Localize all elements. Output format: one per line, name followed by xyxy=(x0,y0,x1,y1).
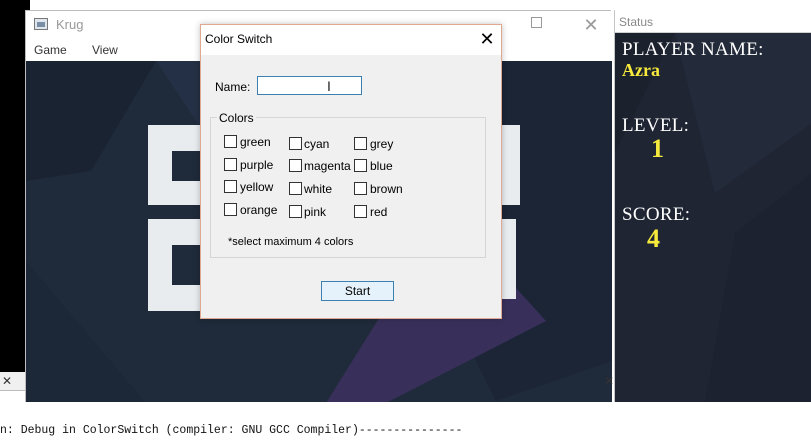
text-cursor-icon: I xyxy=(327,78,331,94)
menu-view[interactable]: View xyxy=(92,43,118,57)
checkbox-white[interactable] xyxy=(289,182,302,195)
close-button[interactable]: ✕ xyxy=(576,13,606,37)
checkbox-label[interactable]: magenta xyxy=(304,159,351,173)
status-titlebar[interactable]: Status xyxy=(615,10,811,33)
maximize-button[interactable] xyxy=(531,17,542,28)
close-icon[interactable]: ✕ xyxy=(604,374,616,388)
checkbox-label[interactable]: pink xyxy=(304,205,326,219)
color-switch-dialog: Color Switch ✕ Name: I Colors green purp… xyxy=(200,24,502,319)
checkbox-blue[interactable] xyxy=(354,159,367,172)
checkbox-label[interactable]: yellow xyxy=(240,180,273,194)
checkbox-label[interactable]: cyan xyxy=(304,137,329,151)
app-icon xyxy=(34,18,48,30)
checkbox-orange[interactable] xyxy=(224,203,237,216)
checkbox-label[interactable]: orange xyxy=(240,203,277,217)
name-label: Name: xyxy=(215,80,251,94)
player-name-label: PLAYER NAME: xyxy=(622,39,764,60)
checkbox-magenta[interactable] xyxy=(289,159,302,172)
checkbox-red[interactable] xyxy=(354,205,367,218)
close-icon[interactable]: ✕ xyxy=(2,374,14,388)
score-label: SCORE: xyxy=(622,204,691,225)
checkbox-label[interactable]: grey xyxy=(370,137,393,151)
checkbox-label[interactable]: brown xyxy=(370,182,403,196)
window-title: Status xyxy=(619,15,654,29)
checkbox-cyan[interactable] xyxy=(289,137,302,150)
checkbox-label[interactable]: purple xyxy=(240,158,273,172)
checkbox-green[interactable] xyxy=(224,135,237,148)
checkbox-label[interactable]: green xyxy=(240,135,271,149)
build-log-line: n: Debug in ColorSwitch (compiler: GNU G… xyxy=(0,424,463,437)
checkbox-pink[interactable] xyxy=(289,205,302,218)
player-name-value: Azra xyxy=(622,60,660,80)
checkbox-label[interactable]: red xyxy=(370,205,387,219)
start-button[interactable]: Start xyxy=(321,281,394,301)
checkbox-label[interactable]: white xyxy=(304,182,332,196)
status-window: Status PLAYER NAME: Azra LEVEL: 1 SCORE:… xyxy=(614,10,811,402)
checkbox-brown[interactable] xyxy=(354,182,367,195)
name-input[interactable] xyxy=(257,76,362,95)
checkbox-purple[interactable] xyxy=(224,158,237,171)
hint-text: *select maximum 4 colors xyxy=(228,236,354,248)
menu-game[interactable]: Game xyxy=(34,43,67,57)
checkbox-yellow[interactable] xyxy=(224,180,237,193)
dialog-titlebar[interactable]: Color Switch ✕ xyxy=(201,25,501,55)
dialog-title: Color Switch xyxy=(205,32,273,46)
checkbox-label[interactable]: blue xyxy=(370,159,393,173)
window-title: Krug xyxy=(56,17,84,32)
score-value: 4 xyxy=(647,224,660,253)
close-button[interactable]: ✕ xyxy=(475,27,499,51)
checkbox-grey[interactable] xyxy=(354,137,367,150)
colors-legend: Colors xyxy=(217,111,256,125)
level-value: 1 xyxy=(651,134,664,163)
